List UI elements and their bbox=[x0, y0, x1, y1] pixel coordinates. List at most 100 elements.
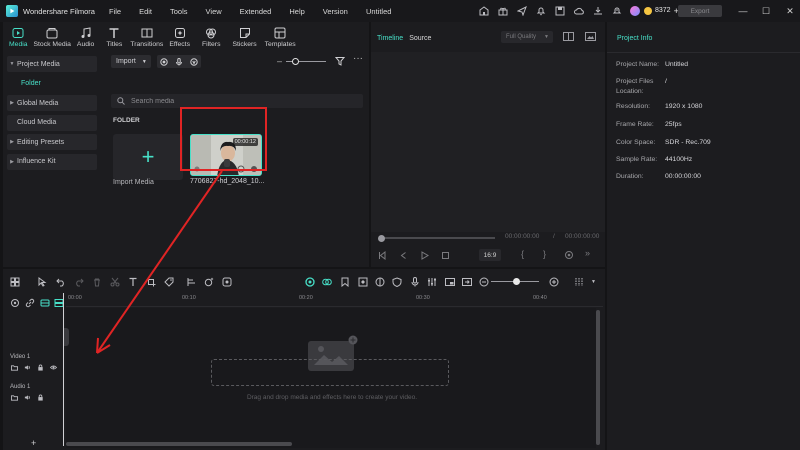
menu-help[interactable]: Help bbox=[289, 7, 304, 16]
aspect-ratio-dropdown[interactable]: 16:9 bbox=[479, 249, 501, 261]
sidebar-item-folder[interactable]: Folder bbox=[7, 76, 97, 92]
keyframe-icon[interactable] bbox=[357, 276, 368, 287]
close-button[interactable]: ✕ bbox=[784, 5, 796, 17]
quality-dropdown[interactable]: Full Quality ▼ bbox=[501, 31, 553, 43]
maximize-button[interactable]: ☐ bbox=[760, 5, 772, 17]
notification-icon[interactable] bbox=[535, 5, 546, 16]
magnet-icon[interactable] bbox=[39, 297, 50, 308]
next-marker-icon[interactable]: } bbox=[543, 249, 546, 259]
more-options-icon[interactable]: ··· bbox=[353, 53, 363, 64]
download-icon[interactable] bbox=[592, 5, 603, 16]
alert-icon[interactable] bbox=[611, 5, 622, 16]
ai-tools-icon[interactable] bbox=[221, 276, 232, 287]
pip-icon[interactable] bbox=[444, 276, 455, 287]
eye-icon[interactable] bbox=[49, 363, 57, 371]
chevron-down-icon[interactable]: ▼ bbox=[588, 276, 599, 287]
import-button[interactable]: Import ▼ bbox=[111, 55, 151, 68]
timeline-zoom-slider[interactable] bbox=[491, 278, 539, 285]
search-box[interactable] bbox=[111, 94, 363, 108]
menu-view[interactable]: View bbox=[206, 7, 222, 16]
slider-handle[interactable] bbox=[292, 58, 299, 65]
menu-tools[interactable]: Tools bbox=[170, 7, 188, 16]
auto-sync-icon[interactable] bbox=[321, 276, 332, 287]
tab-filters[interactable]: Filters bbox=[202, 22, 220, 52]
text-tool-icon[interactable] bbox=[127, 276, 138, 287]
thumbnail-size-slider[interactable] bbox=[286, 58, 326, 65]
zoom-in-icon[interactable] bbox=[548, 276, 559, 287]
speed-icon[interactable] bbox=[186, 276, 197, 287]
save-icon[interactable] bbox=[554, 5, 565, 16]
cloud-icon[interactable] bbox=[573, 5, 584, 16]
replace-icon[interactable] bbox=[461, 276, 472, 287]
tab-titles[interactable]: Titles bbox=[106, 22, 122, 52]
link-icon[interactable] bbox=[24, 297, 35, 308]
stop-icon[interactable] bbox=[440, 250, 450, 260]
ai-voice-icon[interactable] bbox=[189, 57, 198, 66]
previous-marker-icon[interactable]: { bbox=[521, 249, 524, 259]
split-icon[interactable] bbox=[109, 276, 120, 287]
sidebar-item-global-media[interactable]: ▶ Global Media bbox=[7, 95, 97, 111]
menu-version[interactable]: Version bbox=[323, 7, 348, 16]
store-icon[interactable] bbox=[478, 5, 489, 16]
tab-media[interactable]: Media bbox=[9, 22, 28, 52]
send-icon[interactable] bbox=[516, 5, 527, 16]
microphone-icon[interactable] bbox=[175, 57, 183, 66]
ai-copilot-icon[interactable] bbox=[304, 276, 315, 287]
tab-timeline[interactable]: Timeline bbox=[377, 35, 403, 42]
preview-canvas[interactable] bbox=[371, 52, 605, 232]
layout-grid-icon[interactable] bbox=[9, 276, 20, 287]
menu-file[interactable]: File bbox=[109, 7, 121, 16]
marker-icon[interactable] bbox=[339, 276, 350, 287]
audio-mixer-icon[interactable] bbox=[426, 276, 437, 287]
play-icon[interactable] bbox=[419, 250, 429, 260]
sidebar-item-editing-presets[interactable]: ▶ Editing Presets bbox=[7, 134, 97, 150]
ai-effects-icon[interactable] bbox=[203, 276, 214, 287]
zoom-out-icon[interactable] bbox=[478, 276, 489, 287]
ai-tag-icon[interactable] bbox=[163, 276, 174, 287]
tab-audio[interactable]: Audio bbox=[77, 22, 94, 52]
speaker-icon[interactable] bbox=[23, 363, 31, 371]
record-screen-icon[interactable] bbox=[160, 57, 169, 66]
export-button[interactable]: Export bbox=[678, 5, 722, 17]
scrubber-handle[interactable] bbox=[378, 234, 385, 242]
search-input[interactable] bbox=[131, 97, 351, 105]
delete-icon[interactable] bbox=[91, 276, 102, 287]
timeline-settings-icon[interactable] bbox=[573, 276, 584, 287]
snap-icon[interactable] bbox=[374, 276, 385, 287]
tab-source[interactable]: Source bbox=[409, 35, 431, 42]
tab-stickers[interactable]: Stickers bbox=[232, 22, 257, 52]
sidebar-item-cloud-media[interactable]: Cloud Media bbox=[7, 114, 97, 131]
tab-templates[interactable]: Templates bbox=[265, 22, 296, 52]
undo-icon[interactable] bbox=[55, 276, 66, 287]
avatar[interactable] bbox=[630, 5, 640, 16]
minimize-button[interactable]: — bbox=[737, 5, 749, 17]
timeline-ruler[interactable]: 00:00 00:10 00:20 00:30 00:40 bbox=[66, 293, 603, 307]
playback-scrubber[interactable] bbox=[378, 234, 495, 242]
menu-extended[interactable]: Extended bbox=[240, 7, 272, 16]
sidebar-item-influence-kit[interactable]: ▶ Influence Kit bbox=[7, 153, 97, 170]
sidebar-item-project-media[interactable]: ▼ Project Media bbox=[7, 56, 97, 72]
folder-icon[interactable] bbox=[10, 363, 18, 371]
speaker-icon[interactable] bbox=[23, 393, 31, 401]
snapshot-icon[interactable] bbox=[585, 32, 596, 41]
tab-stock-media[interactable]: Stock Media bbox=[34, 22, 71, 52]
step-back-icon[interactable] bbox=[398, 250, 408, 260]
track-settings-icon[interactable] bbox=[9, 297, 20, 308]
playhead[interactable] bbox=[63, 293, 64, 446]
horizontal-scrollbar[interactable] bbox=[66, 442, 292, 446]
menu-edit[interactable]: Edit bbox=[139, 7, 152, 16]
filter-icon[interactable] bbox=[334, 56, 346, 66]
add-track-button[interactable]: + bbox=[31, 438, 36, 448]
redo-icon[interactable] bbox=[73, 276, 84, 287]
shield-icon[interactable] bbox=[391, 276, 402, 287]
slider-handle[interactable] bbox=[513, 278, 520, 285]
select-tool-icon[interactable] bbox=[36, 276, 47, 287]
gift-icon[interactable] bbox=[497, 5, 508, 16]
vertical-scrollbar[interactable] bbox=[596, 310, 600, 445]
folder-icon[interactable] bbox=[10, 393, 18, 401]
previous-frame-icon[interactable] bbox=[377, 250, 387, 260]
fullscreen-icon[interactable]: » bbox=[585, 248, 590, 258]
tab-transitions[interactable]: Transitions bbox=[130, 22, 163, 52]
crop-icon[interactable] bbox=[145, 276, 156, 287]
player-settings-icon[interactable] bbox=[564, 250, 574, 260]
